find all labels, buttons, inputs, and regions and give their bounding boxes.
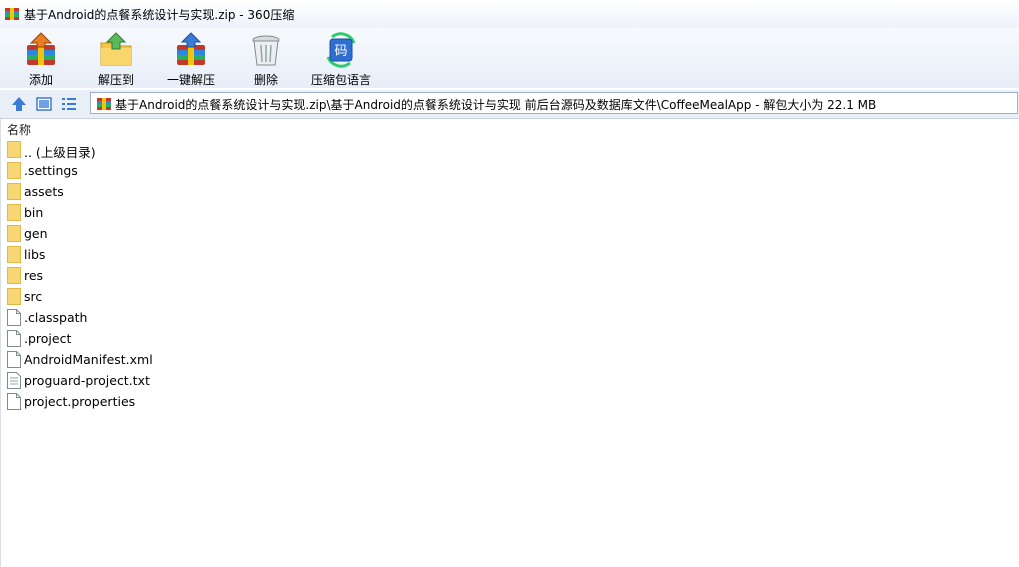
file-row[interactable]: .project	[1, 328, 301, 349]
file-row[interactable]: .classpath	[1, 307, 301, 328]
folder-row[interactable]: .. (上级目录)	[1, 139, 301, 160]
navigation-bar: 基于Android的点餐系统设计与实现.zip\基于Android的点餐系统设计…	[0, 90, 1019, 119]
add-archive-icon	[27, 32, 55, 65]
extract-to-button-label: 解压到	[97, 73, 134, 87]
folder-icon	[7, 141, 21, 158]
folder-icon	[7, 225, 21, 242]
text-file-icon	[7, 372, 21, 389]
archive-icon	[97, 98, 111, 110]
folder-icon	[7, 204, 21, 221]
item-name: .classpath	[24, 310, 88, 325]
item-name: assets	[24, 184, 64, 199]
item-name: libs	[24, 247, 46, 262]
file-row[interactable]: AndroidManifest.xml	[1, 349, 301, 370]
folder-icon	[7, 288, 21, 305]
archive-language-button[interactable]: 码 压缩包语言	[302, 31, 380, 87]
main-toolbar: 添加 解压到 一键解压 删除 码 压缩包语言	[0, 28, 1019, 88]
extract-to-button[interactable]: 解压到	[77, 31, 155, 87]
thumbnail-view-icon[interactable]	[35, 95, 53, 113]
item-name: res	[24, 268, 44, 283]
item-name: AndroidManifest.xml	[24, 352, 153, 367]
archive-icon	[5, 8, 19, 20]
file-icon	[7, 393, 21, 410]
address-path: 基于Android的点餐系统设计与实现.zip\基于Android的点餐系统设计…	[115, 98, 877, 112]
file-row[interactable]: project.properties	[1, 391, 301, 412]
add-button[interactable]: 添加	[2, 31, 80, 87]
file-row[interactable]: proguard-project.txt	[1, 370, 301, 391]
archive-language-button-label: 压缩包语言	[310, 73, 371, 87]
folder-row[interactable]: libs	[1, 244, 301, 265]
folder-icon	[7, 183, 21, 200]
one-click-extract-button-label: 一键解压	[166, 73, 215, 87]
folder-row[interactable]: gen	[1, 223, 301, 244]
one-click-extract-button[interactable]: 一键解压	[152, 31, 230, 87]
extract-to-icon	[100, 32, 132, 66]
up-arrow-icon[interactable]	[10, 95, 28, 113]
folder-row[interactable]: bin	[1, 202, 301, 223]
add-button-label: 添加	[28, 73, 53, 87]
file-list: 名称 .. (上级目录) .settings assets bin gen libs res…	[0, 119, 1019, 567]
folder-icon	[7, 246, 21, 263]
language-icon-glyph: 码	[334, 44, 347, 59]
folder-row[interactable]: src	[1, 286, 301, 307]
trash-icon	[252, 35, 280, 66]
one-click-extract-icon	[177, 32, 205, 65]
list-view-icon[interactable]	[60, 95, 78, 113]
item-name: proguard-project.txt	[24, 373, 150, 388]
item-name: project.properties	[24, 394, 136, 409]
item-name: .project	[24, 331, 72, 346]
file-icon	[7, 351, 21, 368]
column-header-name[interactable]: 名称	[7, 121, 31, 138]
file-icon	[7, 330, 21, 347]
title-bar: 基于Android的点餐系统设计与实现.zip - 360压缩	[0, 0, 1019, 28]
folder-icon	[7, 267, 21, 284]
item-name: .. (上级目录)	[24, 145, 96, 160]
item-name: gen	[24, 226, 48, 241]
folder-row[interactable]: res	[1, 265, 301, 286]
folder-row[interactable]: .settings	[1, 160, 301, 181]
file-icon	[7, 309, 21, 326]
delete-button-label: 删除	[253, 73, 278, 87]
folder-row[interactable]: assets	[1, 181, 301, 202]
language-encoding-icon: 码	[326, 32, 356, 68]
window-title: 基于Android的点餐系统设计与实现.zip - 360压缩	[24, 8, 295, 22]
item-name: src	[24, 289, 43, 304]
item-name: bin	[24, 205, 44, 220]
delete-button[interactable]: 删除	[227, 31, 305, 87]
item-name: .settings	[24, 163, 78, 178]
folder-icon	[7, 162, 21, 179]
address-bar[interactable]: 基于Android的点餐系统设计与实现.zip\基于Android的点餐系统设计…	[90, 92, 1018, 114]
